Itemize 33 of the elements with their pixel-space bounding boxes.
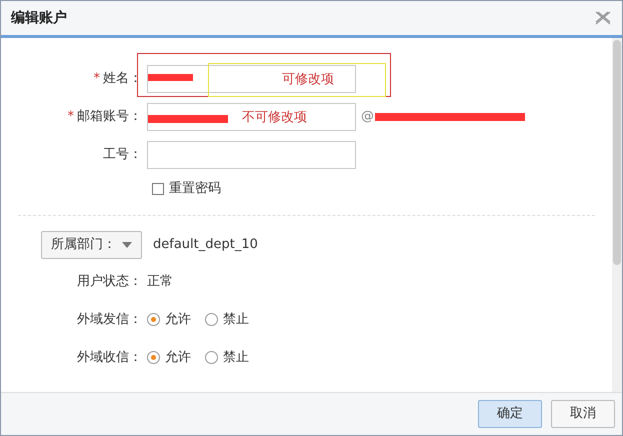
confirm-button[interactable]: 确定 <box>478 400 542 428</box>
field-label: 用户状态： <box>76 272 143 291</box>
checkbox[interactable] <box>152 182 164 195</box>
domain-suffix: @ <box>361 108 374 126</box>
text-field[interactable] <box>147 141 356 169</box>
status-value: 正常 <box>147 272 173 291</box>
required-mark: * <box>68 108 74 126</box>
text-field[interactable]: 可修改项 <box>147 65 356 93</box>
close-icon[interactable] <box>595 11 611 25</box>
radio-label: 允许 <box>165 348 191 367</box>
department-value: default_dept_10 <box>153 236 258 254</box>
field-label: 外域收信： <box>76 348 143 367</box>
field-label: 工号： <box>103 146 142 164</box>
required-mark: * <box>94 70 100 88</box>
radio-button[interactable] <box>205 351 218 364</box>
field-label: 姓名： <box>103 70 142 88</box>
radio-button[interactable] <box>205 313 218 326</box>
scrollbar[interactable] <box>612 38 622 392</box>
caret-icon <box>122 242 132 248</box>
field-label: 邮箱账号： <box>77 108 142 126</box>
radio-label: 禁止 <box>223 348 249 367</box>
radio-button[interactable] <box>147 351 160 364</box>
dialog-title: 编辑账户 <box>11 8 67 28</box>
cancel-button[interactable]: 取消 <box>551 400 615 428</box>
radio-label: 允许 <box>165 310 191 329</box>
field-label: 外域发信： <box>76 310 143 329</box>
text-field[interactable]: 不可修改项 <box>147 103 356 131</box>
department-dropdown[interactable]: 所属部门： <box>41 230 142 258</box>
checkbox-label: 重置密码 <box>169 180 221 198</box>
radio-label: 禁止 <box>223 310 249 329</box>
annotation-text: 可修改项 <box>282 71 334 89</box>
annotation-text: 不可修改项 <box>242 109 307 127</box>
radio-button[interactable] <box>147 313 160 326</box>
